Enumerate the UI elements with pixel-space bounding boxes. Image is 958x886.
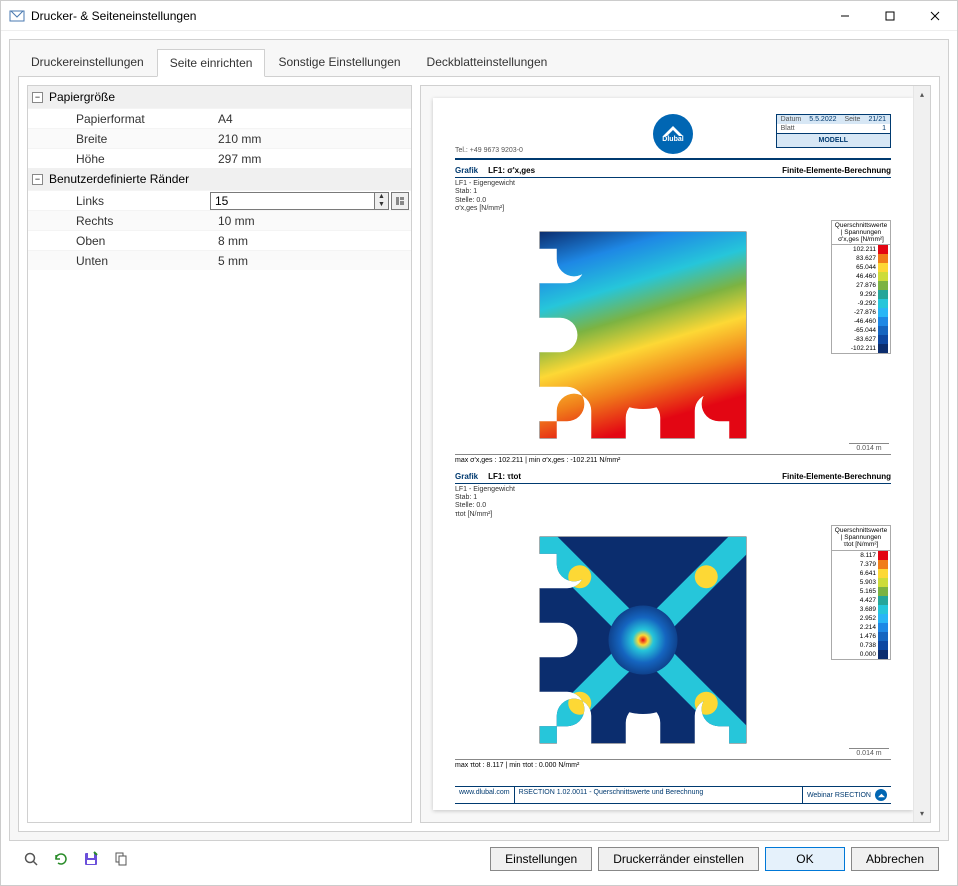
dlubal-logo-icon: Dlubal — [653, 114, 693, 154]
scroll-down-icon[interactable]: ▾ — [914, 805, 930, 822]
prop-label: Unten — [28, 254, 218, 268]
chart-area — [455, 216, 831, 454]
window-title: Drucker- & Seiteneinstellungen — [31, 9, 196, 23]
legend-row: 27.876 — [832, 281, 890, 290]
legend-row: 3.689 — [832, 605, 890, 614]
tab-deckblatteinstellungen[interactable]: Deckblatteinstellungen — [414, 48, 561, 76]
row-breite[interactable]: Breite 210 mm — [28, 128, 411, 148]
chart-footer: max σ'x,ges : 102.211 | min σ'x,ges : -1… — [455, 454, 891, 464]
tab-seite-einrichten[interactable]: Seite einrichten — [157, 49, 266, 77]
legend-row: 65.044 — [832, 263, 890, 272]
refresh-button[interactable] — [49, 847, 73, 871]
tab-strip: Druckereinstellungen Seite einrichten So… — [10, 40, 948, 76]
legend-row: 0.000 — [832, 650, 890, 659]
legend-row: 5.903 — [832, 578, 890, 587]
search-button[interactable] — [19, 847, 43, 871]
legend-row: -65.044 — [832, 326, 890, 335]
chart-tau-tot: Grafik LF1: τtot Finite-Elemente-Berechn… — [455, 472, 891, 770]
row-papierformat[interactable]: Papierformat A4 — [28, 108, 411, 128]
legend-row: -83.627 — [832, 335, 890, 344]
legend-row: 4.427 — [832, 596, 890, 605]
bottom-toolbar: Einstellungen Druckerränder einstellen O… — [9, 841, 949, 877]
abbrechen-button[interactable]: Abbrechen — [851, 847, 939, 871]
legend-row: 9.292 — [832, 290, 890, 299]
group-label: Papiergröße — [49, 90, 115, 104]
links-input[interactable] — [210, 192, 375, 210]
save-button[interactable] — [79, 847, 103, 871]
print-preview: Tel.: +49 9673 9203-0 Dlubal Datum 5.5.2… — [420, 85, 931, 823]
einstellungen-button[interactable]: Einstellungen — [490, 847, 592, 871]
legend-row: 102.211 — [832, 245, 890, 254]
legend-row: 83.627 — [832, 254, 890, 263]
chart-legend: Querschnittswerte | Spannungen σ'x,ges [… — [831, 220, 891, 354]
report-tel: Tel.: +49 9673 9203-0 — [455, 147, 653, 154]
legend-row: -102.211 — [832, 344, 890, 353]
report-meta-box: Datum 5.5.2022 Seite 21/21 Blatt 1 — [776, 114, 891, 148]
collapse-icon[interactable]: − — [32, 174, 43, 185]
copy-button[interactable] — [109, 847, 133, 871]
prop-value: 297 mm — [218, 152, 411, 166]
row-oben[interactable]: Oben 8 mm — [28, 230, 411, 250]
legend-row: 0.738 — [832, 641, 890, 650]
legend-row: 8.117 — [832, 551, 890, 560]
title-bar: Drucker- & Seiteneinstellungen — [1, 1, 957, 31]
prop-label: Rechts — [28, 214, 218, 228]
legend-row: 2.214 — [832, 623, 890, 632]
legend-row: 7.379 — [832, 560, 890, 569]
maximize-button[interactable] — [867, 1, 912, 31]
ok-button[interactable]: OK — [765, 847, 845, 871]
legend-row: 5.165 — [832, 587, 890, 596]
legend-row: 2.952 — [832, 614, 890, 623]
scale-bar: 0.014 m — [849, 748, 889, 757]
links-spinner[interactable]: ▲▼ — [375, 192, 389, 210]
legend-row: 6.641 — [832, 569, 890, 578]
prop-value: A4 — [218, 112, 411, 126]
dlubal-mini-logo-icon — [875, 789, 887, 801]
legend-row: -27.876 — [832, 308, 890, 317]
chart-area — [455, 521, 831, 759]
prop-value: 5 mm — [218, 254, 411, 268]
collapse-icon[interactable]: − — [32, 92, 43, 103]
prop-value: 10 mm — [218, 214, 411, 228]
legend-row: -9.292 — [832, 299, 890, 308]
scale-bar: 0.014 m — [849, 443, 889, 452]
chart-sigma-x: Grafik LF1: σ'x,ges Finite-Elemente-Bere… — [455, 166, 891, 464]
prop-label: Höhe — [28, 152, 218, 166]
tab-sonstige-einstellungen[interactable]: Sonstige Einstellungen — [265, 48, 413, 76]
prop-value: 8 mm — [218, 234, 411, 248]
units-button[interactable] — [391, 192, 409, 210]
legend-row: -46.460 — [832, 317, 890, 326]
prop-label: Links — [28, 194, 210, 208]
report-footer: www.dlubal.com RSECTION 1.02.0011 - Quer… — [455, 786, 891, 804]
druckerraender-button[interactable]: Druckerränder einstellen — [598, 847, 759, 871]
app-icon — [9, 8, 25, 24]
group-label: Benutzerdefinierte Ränder — [49, 172, 189, 186]
chart-footer: max τtot : 8.117 | min τtot : 0.000 N/mm… — [455, 759, 891, 769]
legend-row: 46.460 — [832, 272, 890, 281]
prop-value: 210 mm — [218, 132, 411, 146]
row-rechts[interactable]: Rechts 10 mm — [28, 210, 411, 230]
preview-scrollbar[interactable]: ▴ ▾ — [913, 86, 930, 822]
legend-row: 1.476 — [832, 632, 890, 641]
report-page: Tel.: +49 9673 9203-0 Dlubal Datum 5.5.2… — [433, 98, 913, 810]
property-grid: − Papiergröße Papierformat A4 Breite 210… — [27, 85, 412, 823]
prop-label: Oben — [28, 234, 218, 248]
row-links[interactable]: Links ▲▼ — [28, 190, 411, 210]
group-raender[interactable]: − Benutzerdefinierte Ränder — [28, 168, 411, 190]
group-papiergroesse[interactable]: − Papiergröße — [28, 86, 411, 108]
close-button[interactable] — [912, 1, 957, 31]
prop-label: Breite — [28, 132, 218, 146]
row-hoehe[interactable]: Höhe 297 mm — [28, 148, 411, 168]
tab-druckereinstellungen[interactable]: Druckereinstellungen — [18, 48, 157, 76]
prop-label: Papierformat — [28, 112, 218, 126]
minimize-button[interactable] — [822, 1, 867, 31]
row-unten[interactable]: Unten 5 mm — [28, 250, 411, 270]
scroll-up-icon[interactable]: ▴ — [914, 86, 930, 103]
chart-legend: Querschnittswerte | Spannungen τtot [N/m… — [831, 525, 891, 659]
